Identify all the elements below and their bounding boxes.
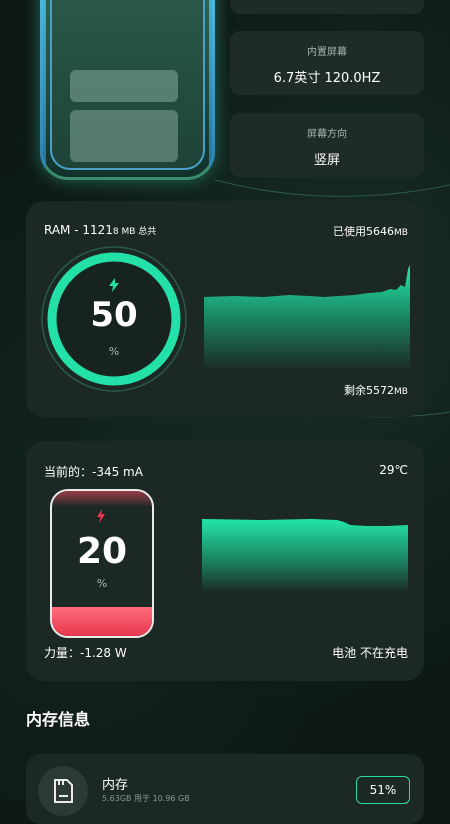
- ram-gauge-unit: %: [108, 345, 120, 358]
- battery-level-value: 20: [76, 531, 128, 572]
- battery-level-unit: %: [96, 577, 108, 590]
- phone-illustration: [40, 0, 215, 180]
- battery-usage-chart: [202, 519, 408, 593]
- lightning-bolt-icon: [109, 278, 119, 292]
- section-title-storage: 内存信息: [26, 710, 91, 729]
- ram-gauge-value: 50: [90, 295, 138, 335]
- ram-total: RAM - 11218 MB 总共: [44, 223, 156, 237]
- storage-detail: 5.63GB 用于 10.96 GB: [102, 794, 190, 803]
- ram-remaining-value: 剩余5572: [344, 384, 395, 397]
- ram-used: 已使用5646MB: [333, 223, 408, 239]
- orientation-value: 竖屏: [313, 153, 340, 168]
- sd-card-icon: [54, 779, 73, 803]
- ram-total-unit: 8 MB 总共: [112, 227, 157, 237]
- battery-temperature: 29℃: [379, 463, 408, 477]
- ram-usage-chart: [204, 265, 410, 371]
- battery-card[interactable]: 当前的：-345 mA 29℃ 20 % 力量：-1.28 W 电池 不在充电: [26, 441, 424, 681]
- orientation-info-card: 屏幕方向 竖屏: [230, 113, 424, 177]
- battery-fill: [52, 607, 152, 636]
- battery-power: 力量：-1.28 W: [44, 646, 127, 660]
- battery-current: 当前的：-345 mA: [44, 465, 143, 479]
- ram-used-unit: MB: [394, 228, 408, 238]
- ram-remaining: 剩余5572MB: [344, 382, 408, 398]
- battery-status: 电池 不在充电: [332, 646, 408, 660]
- battery-level-indicator: 20 %: [50, 489, 154, 638]
- info-card-top: [230, 0, 424, 14]
- ram-card[interactable]: RAM - 11218 MB 总共 已使用5646MB 50 % 剩余5572M…: [26, 201, 424, 417]
- phone-widget-large: [70, 110, 178, 162]
- storage-name: 内存: [102, 778, 129, 793]
- screen-info-card: 内置屏幕 6.7英寸 120.0HZ: [230, 31, 424, 95]
- ram-total-value: RAM - 1121: [44, 223, 113, 237]
- phone-widget-small: [70, 70, 178, 102]
- storage-icon-wrap: [38, 766, 88, 816]
- orientation-label: 屏幕方向: [307, 129, 347, 140]
- lightning-bolt-icon: [97, 509, 105, 523]
- screen-value: 6.7英寸 120.0HZ: [273, 71, 381, 86]
- ram-remaining-unit: MB: [394, 387, 408, 397]
- ram-used-value: 已使用5646: [333, 225, 395, 238]
- storage-item[interactable]: 内存 5.63GB 用于 10.96 GB 51%: [26, 754, 424, 824]
- screen-label: 内置屏幕: [307, 47, 347, 58]
